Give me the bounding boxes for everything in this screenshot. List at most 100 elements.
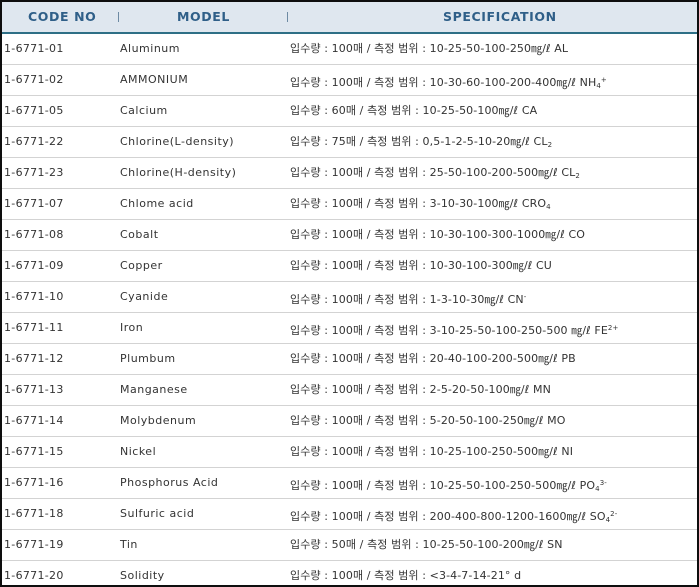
specification-text: 입수량 : 100매 / 측정 범위 : 5-20-50-100-250㎎/ℓ [290, 414, 544, 427]
code-no-cell: 1-6771-11 [4, 321, 64, 334]
header-code-no: CODE NO [28, 9, 97, 24]
model-cell: Chlorine(L-density) [120, 135, 235, 148]
model-cell: Iron [120, 321, 144, 334]
formula-superscript: 3- [599, 479, 607, 487]
specification-cell: 입수량 : 100매 / 측정 범위 : 20-40-100-200-500㎎/… [290, 344, 576, 374]
specification-cell: 입수량 : 100매 / 측정 범위 : 5-20-50-100-250㎎/ℓ … [290, 406, 566, 436]
chemical-formula: NI [561, 445, 574, 458]
specification-cell: 입수량 : 50매 / 측정 범위 : 10-25-50-100-200㎎/ℓ … [290, 530, 563, 560]
specification-cell: 입수량 : 100매 / 측정 범위 : 2-5-20-50-100㎎/ℓ MN [290, 375, 551, 405]
formula-superscript: - [523, 293, 527, 301]
specification-text: 입수량 : 75매 / 측정 범위 : 0,5-1-2-5-10-20㎎/ℓ [290, 135, 530, 148]
chemical-formula: SO [589, 510, 606, 523]
specification-cell: 입수량 : 100매 / 측정 범위 : 25-50-100-200-500㎎/… [290, 158, 580, 188]
specification-text: 입수량 : 100매 / 측정 범위 : 2-5-20-50-100㎎/ℓ [290, 383, 530, 396]
specification-cell: 입수량 : 100매 / 측정 범위 : 3-10-30-100㎎/ℓ CRO4 [290, 189, 551, 219]
specification-text: 입수량 : 100매 / 측정 범위 : 10-25-100-250-500㎎/… [290, 445, 558, 458]
chemical-formula: SN [547, 538, 563, 551]
code-no-cell: 1-6771-23 [4, 166, 64, 179]
specification-text: 입수량 : 100매 / 측정 범위 : 200-400-800-1200-16… [290, 510, 587, 523]
chemical-formula: CN [507, 293, 524, 306]
specification-cell: 입수량 : 100매 / 측정 범위 : <3-4-7-14-21° d [290, 561, 522, 585]
table-row: 1-6771-02 AMMONIUM 입수량 : 100매 / 측정 범위 : 10… [2, 65, 697, 96]
chemical-formula: CU [536, 259, 552, 272]
table-row: 1-6771-12 Plumbum 입수량 : 100매 / 측정 범위 : 20-… [2, 344, 697, 375]
model-cell: Calcium [120, 104, 168, 117]
chemical-formula: CO [568, 228, 586, 241]
code-no-cell: 1-6771-19 [4, 538, 64, 551]
specification-cell: 입수량 : 60매 / 측정 범위 : 10-25-50-100㎎/ℓ CA [290, 96, 537, 126]
code-no-cell: 1-6771-15 [4, 445, 64, 458]
specification-text: 입수량 : 50매 / 측정 범위 : 10-25-50-100-200㎎/ℓ [290, 538, 544, 551]
code-no-cell: 1-6771-09 [4, 259, 64, 272]
chemical-formula: FE [594, 324, 608, 337]
code-no-cell: 1-6771-20 [4, 569, 64, 582]
specification-text: 입수량 : 100매 / 측정 범위 : 10-30-100-300㎎/ℓ [290, 259, 533, 272]
header-separator [118, 12, 119, 22]
chemical-formula: MN [532, 383, 551, 396]
specification-cell: 입수량 : 100매 / 측정 범위 : 10-30-100-300㎎/ℓ CU [290, 251, 552, 281]
formula-superscript: 2- [610, 510, 618, 518]
header-separator [287, 12, 288, 22]
chemical-formula: CL [561, 166, 576, 179]
code-no-cell: 1-6771-16 [4, 476, 64, 489]
table-row: 1-6771-01 Aluminum 입수량 : 100매 / 측정 범위 : 10… [2, 34, 697, 65]
chemical-formula: MO [547, 414, 566, 427]
table-row: 1-6771-20 Solidity 입수량 : 100매 / 측정 범위 : <3… [2, 561, 697, 585]
model-cell: AMMONIUM [120, 73, 189, 86]
specification-text: 입수량 : 100매 / 측정 범위 : 1-3-10-30㎎/ℓ [290, 293, 504, 306]
header-model: MODEL [177, 9, 230, 24]
formula-subscript: 4 [546, 203, 551, 211]
specification-text: 입수량 : 60매 / 측정 범위 : 10-25-50-100㎎/ℓ [290, 104, 519, 117]
specification-cell: 입수량 : 100매 / 측정 범위 : 3-10-25-50-100-250-… [290, 313, 618, 343]
table-row: 1-6771-19 Tin 입수량 : 50매 / 측정 범위 : 10-25-50… [2, 530, 697, 561]
table-row: 1-6771-09 Copper 입수량 : 100매 / 측정 범위 : 10-3… [2, 251, 697, 282]
model-cell: Solidity [120, 569, 165, 582]
chemical-formula: AL [554, 42, 569, 55]
specification-cell: 입수량 : 100매 / 측정 범위 : 10-25-50-100-250-50… [290, 468, 607, 498]
table-row: 1-6771-18 Sulfuric acid 입수량 : 100매 / 측정 범위… [2, 499, 697, 530]
model-cell: Chlorine(H-density) [120, 166, 237, 179]
specification-text: 입수량 : 100매 / 측정 범위 : 10-30-60-100-200-40… [290, 76, 577, 89]
table-row: 1-6771-13 Manganese 입수량 : 100매 / 측정 범위 : 2… [2, 375, 697, 406]
model-cell: Manganese [120, 383, 188, 396]
specification-text: 입수량 : 100매 / 측정 범위 : 10-25-50-100-250-50… [290, 479, 577, 492]
code-no-cell: 1-6771-05 [4, 104, 64, 117]
specification-cell: 입수량 : 100매 / 측정 범위 : 10-30-60-100-200-40… [290, 65, 607, 95]
model-cell: Molybdenum [120, 414, 197, 427]
table-row: 1-6771-14 Molybdenum 입수량 : 100매 / 측정 범위 : … [2, 406, 697, 437]
chemical-formula: CL [533, 135, 548, 148]
table-row: 1-6771-11 Iron 입수량 : 100매 / 측정 범위 : 3-10-2… [2, 313, 697, 344]
model-cell: Phosphorus Acid [120, 476, 219, 489]
specification-text: 입수량 : 100매 / 측정 범위 : <3-4-7-14-21° d [290, 569, 522, 582]
table-row: 1-6771-08 Cobalt 입수량 : 100매 / 측정 범위 : 10-3… [2, 220, 697, 251]
specification-text: 입수량 : 100매 / 측정 범위 : 3-10-25-50-100-250-… [290, 324, 591, 337]
code-no-cell: 1-6771-08 [4, 228, 64, 241]
specification-cell: 입수량 : 100매 / 측정 범위 : 10-30-100-300-1000㎎… [290, 220, 585, 250]
chemical-formula: NH [579, 76, 597, 89]
table-row: 1-6771-07 Chlome acid 입수량 : 100매 / 측정 범위 :… [2, 189, 697, 220]
table-row: 1-6771-23 Chlorine(H-density) 입수량 : 100매 /… [2, 158, 697, 189]
specification-text: 입수량 : 100매 / 측정 범위 : 10-25-50-100-250㎎/ℓ [290, 42, 551, 55]
model-cell: Cyanide [120, 290, 169, 303]
specification-cell: 입수량 : 100매 / 측정 범위 : 1-3-10-30㎎/ℓ CN- [290, 282, 526, 312]
table-row: 1-6771-16 Phosphorus Acid 입수량 : 100매 / 측정 … [2, 468, 697, 499]
model-cell: Chlome acid [120, 197, 194, 210]
specification-cell: 입수량 : 75매 / 측정 범위 : 0,5-1-2-5-10-20㎎/ℓ C… [290, 127, 552, 157]
specification-cell: 입수량 : 100매 / 측정 범위 : 10-25-50-100-250㎎/ℓ… [290, 34, 568, 64]
specification-text: 입수량 : 100매 / 측정 범위 : 10-30-100-300-1000㎎… [290, 228, 565, 241]
table-row: 1-6771-15 Nickel 입수량 : 100매 / 측정 범위 : 10-2… [2, 437, 697, 468]
model-cell: Aluminum [120, 42, 180, 55]
model-cell: Copper [120, 259, 163, 272]
specification-text: 입수량 : 100매 / 측정 범위 : 20-40-100-200-500㎎/… [290, 352, 558, 365]
model-cell: Plumbum [120, 352, 176, 365]
formula-superscript: + [600, 76, 607, 84]
code-no-cell: 1-6771-14 [4, 414, 64, 427]
code-no-cell: 1-6771-07 [4, 197, 64, 210]
table-header: CODE NO MODEL SPECIFICATION [2, 2, 697, 34]
table-body: 1-6771-01 Aluminum 입수량 : 100매 / 측정 범위 : 10… [2, 34, 697, 585]
chemical-formula: PB [561, 352, 576, 365]
specification-text: 입수량 : 100매 / 측정 범위 : 3-10-30-100㎎/ℓ [290, 197, 519, 210]
specification-cell: 입수량 : 100매 / 측정 범위 : 200-400-800-1200-16… [290, 499, 617, 529]
formula-subscript: 2 [575, 172, 580, 180]
